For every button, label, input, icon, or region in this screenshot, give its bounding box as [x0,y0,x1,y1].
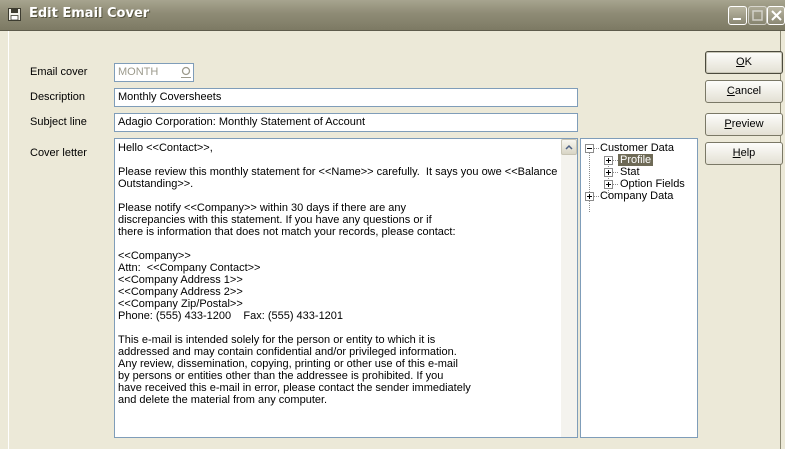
maximize-icon [752,10,763,21]
preview-label: review [731,118,764,130]
magnifier-icon[interactable] [179,66,193,79]
cancel-button[interactable]: Cancel [705,80,783,103]
email-cover-label: Email cover [30,66,88,78]
description-label: Description [30,91,86,103]
help-mnemonic: H [732,147,741,159]
email-cover-field[interactable]: MONTH [114,63,194,82]
tree-line [594,196,599,197]
expand-company-data-icon[interactable] [585,192,594,201]
help-label: elp [740,147,756,159]
floppy-disk-icon [8,8,21,21]
collapse-customer-data-icon[interactable] [585,144,594,153]
cover-letter-text: Hello <<Contact>>, Please review this mo… [118,142,558,406]
description-input[interactable]: Monthly Coversheets [114,88,578,107]
subject-line-input[interactable]: Adagio Corporation: Monthly Statement of… [114,113,578,132]
expand-option-fields-icon[interactable] [604,180,613,189]
help-button[interactable]: Help [705,142,783,165]
tree-line [613,184,618,185]
cancel-mnemonic: C [726,85,735,97]
preview-button[interactable]: Preview [705,113,783,136]
maximize-button[interactable] [748,6,767,25]
scroll-up-button[interactable] [561,139,577,155]
tree-node-company-data[interactable]: Company Data [600,190,673,202]
title-bar: Edit Email Cover [0,0,785,31]
minimize-icon [733,18,741,20]
tree-node-stat[interactable]: Stat [620,166,640,178]
cover-letter-label: Cover letter [30,147,87,159]
tree-node-customer-data[interactable]: Customer Data [600,142,674,154]
close-icon [771,10,782,21]
expand-profile-icon[interactable] [604,156,613,165]
field-tree[interactable]: Customer Data Profile Stat Option Fields… [580,138,698,438]
cover-letter-textarea[interactable]: Hello <<Contact>>, Please review this mo… [114,138,578,438]
ok-button[interactable]: OK [705,51,783,74]
ok-mnemonic: O [736,56,745,68]
tree-node-option-fields[interactable]: Option Fields [620,178,685,190]
preview-mnemonic: P [724,118,732,130]
cancel-label: ancel [734,85,762,97]
minimize-button[interactable] [728,6,747,25]
tree-line [613,172,618,173]
tree-node-profile[interactable]: Profile [618,154,654,166]
email-cover-value: MONTH [118,66,159,78]
close-button[interactable] [767,6,785,25]
tree-line [594,148,599,149]
tree-line [589,150,590,212]
chevron-up-icon [565,144,573,150]
vertical-scrollbar[interactable] [561,139,577,437]
expand-stat-icon[interactable] [604,168,613,177]
subject-line-label: Subject line [30,116,87,128]
ok-label: K [744,56,752,68]
window-title: Edit Email Cover [29,6,150,21]
